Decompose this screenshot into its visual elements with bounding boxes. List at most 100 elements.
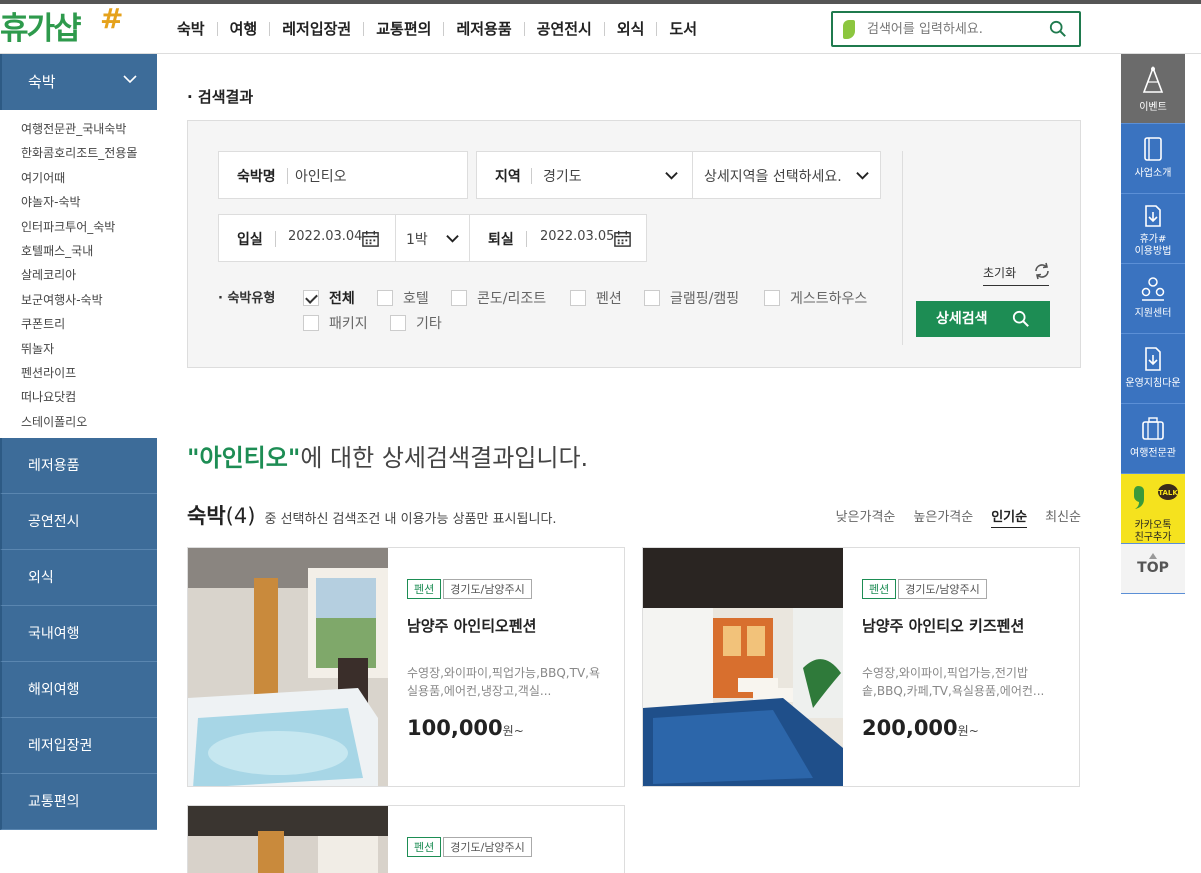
checkout-date-value: 2022.03.05 <box>540 229 615 244</box>
nav-item-leisure-ticket[interactable]: 레저입장권 <box>270 18 363 40</box>
region-select[interactable]: 지역 경기도 <box>476 151 693 199</box>
nights-select[interactable]: 1박 <box>395 214 470 262</box>
sidebar-sub-item[interactable]: 살레코리아 <box>21 263 157 287</box>
download-doc-icon <box>1145 347 1161 371</box>
checkin-label: 입실 <box>237 232 263 248</box>
sidebar-category-leisure-ticket[interactable]: 레저입장권 <box>0 718 157 775</box>
field-divider <box>275 231 276 247</box>
quick-guide[interactable]: 휴가# 이용방법 <box>1121 194 1185 264</box>
quick-event-label: 이벤트 <box>1139 102 1167 113</box>
lodging-name[interactable]: 남양주 아인티오펜션 <box>407 615 607 636</box>
result-card[interactable]: 펜션 경기도/남양주시 <box>187 805 625 873</box>
quick-kakao-add[interactable]: TALK 카카오톡 친구추가 <box>1121 474 1185 544</box>
lodging-name[interactable]: 남양주 아인티오 키즈펜션 <box>862 615 1062 636</box>
field-divider <box>526 231 527 247</box>
calendar-icon[interactable] <box>613 229 632 248</box>
type-checkbox-condo[interactable]: 콘도/리조트 <box>451 288 546 308</box>
quick-guide-label-2: 이용방법 <box>1134 246 1172 257</box>
detail-region-value: 상세지역을 선택하세요. <box>704 169 842 185</box>
logo[interactable]: 휴가샵 # <box>0 2 130 52</box>
sidebar-sub-item[interactable]: 호텔패스_국내 <box>21 239 157 263</box>
checkin-date-field[interactable]: 입실 2022.03.04 <box>218 214 396 262</box>
sidebar-sub-item[interactable]: 뛰놀자 <box>21 337 157 361</box>
calendar-icon[interactable] <box>361 229 380 248</box>
quick-about[interactable]: 사업소개 <box>1121 124 1185 194</box>
sidebar-category-transport[interactable]: 교통편의 <box>0 774 157 831</box>
sidebar-sub-item[interactable]: 보군여행사-숙박 <box>21 288 157 312</box>
result-card[interactable]: 펜션 경기도/남양주시 남양주 아인티오펜션 수영장,와이파이,픽업가능,BBQ,… <box>187 547 625 787</box>
result-card-image[interactable] <box>643 548 843 786</box>
room-photo <box>188 806 388 873</box>
sidebar-sub-item[interactable]: 여행전문관_국내숙박 <box>21 117 157 141</box>
quick-about-label: 사업소개 <box>1134 168 1172 179</box>
sidebar-category-label: 숙박 <box>28 73 56 91</box>
sort-popular[interactable]: 인기순 <box>991 506 1028 528</box>
sidebar-sub-item[interactable]: 펜션라이프 <box>21 361 157 385</box>
result-card-image[interactable] <box>188 806 388 873</box>
nav-item-dining[interactable]: 외식 <box>605 18 657 40</box>
chevron-down-icon <box>856 172 869 180</box>
sidebar-sub-item[interactable]: 야놀자-숙박 <box>21 190 157 214</box>
search-query: "아인티오" <box>187 444 301 472</box>
sidebar-sub-item[interactable]: 한화콤호리조트_전용몰 <box>21 141 157 165</box>
nav-item-performance[interactable]: 공연전시 <box>525 18 604 40</box>
sidebar-sub-item[interactable]: 쿠폰트리 <box>21 312 157 336</box>
search-icon[interactable] <box>1049 19 1067 39</box>
nav-item-travel[interactable]: 여행 <box>218 18 270 40</box>
logo-hash: # <box>100 2 124 35</box>
sidebar-category-leisure-goods[interactable]: 레저용품 <box>0 438 157 495</box>
type-checkbox-all[interactable]: 전체 <box>303 288 355 308</box>
type-badge: 펜션 <box>407 579 442 599</box>
type-checkbox-pension[interactable]: 펜션 <box>570 288 622 308</box>
result-card-info: 펜션 경기도/남양주시 <box>407 836 607 857</box>
type-badge: 펜션 <box>862 579 897 599</box>
sort-newest[interactable]: 최신순 <box>1045 506 1081 528</box>
nav-item-transport[interactable]: 교통편의 <box>364 18 443 40</box>
reset-label: 초기화 <box>983 266 1017 280</box>
type-checkbox-guesthouse[interactable]: 게스트하우스 <box>764 288 867 308</box>
nav-item-books[interactable]: 도서 <box>657 18 709 40</box>
type-checkbox-package[interactable]: 패키지 <box>303 313 368 333</box>
area-badge: 경기도/남양주시 <box>443 579 532 599</box>
scroll-top-button[interactable]: TOP <box>1121 544 1185 594</box>
chevron-down-icon <box>446 235 459 243</box>
sidebar-category-overseas-travel[interactable]: 해외여행 <box>0 662 157 719</box>
sort-high-price[interactable]: 높은가격순 <box>913 506 973 528</box>
sidebar-sub-item[interactable]: 스테이폴리오 <box>21 410 157 434</box>
result-card-image[interactable] <box>188 548 388 786</box>
quick-manual-download[interactable]: 운영지침다운 <box>1121 334 1185 404</box>
checkout-date-field[interactable]: 퇴실 2022.03.05 <box>469 214 647 262</box>
sidebar-category-domestic-travel[interactable]: 국내여행 <box>0 606 157 663</box>
quick-support[interactable]: 지원센터 <box>1121 264 1185 334</box>
sidebar-category-lodging[interactable]: 숙박 <box>0 54 157 110</box>
main-nav: 숙박 여행 레저입장권 교통편의 레저용품 공연전시 외식 도서 <box>165 18 709 40</box>
quick-travel-hall[interactable]: 여행전문관 <box>1121 404 1185 474</box>
result-card[interactable]: 펜션 경기도/남양주시 남양주 아인티오 키즈펜션 수영장,와이파이,픽업가능,전… <box>642 547 1080 787</box>
detail-region-select[interactable]: 상세지역을 선택하세요. <box>692 151 881 199</box>
area-badge: 경기도/남양주시 <box>898 579 987 599</box>
nav-item-lodging[interactable]: 숙박 <box>165 18 217 40</box>
search-input[interactable] <box>867 19 1037 39</box>
sort-options: 낮은가격순 높은가격순 인기순 최신순 <box>818 506 1081 528</box>
lodging-name-field[interactable]: 숙박명 아인티오 <box>218 151 468 199</box>
sidebar-sub-item[interactable]: 떠나요닷컴 <box>21 385 157 409</box>
sidebar-category-dining[interactable]: 외식 <box>0 550 157 607</box>
nav-item-leisure-goods[interactable]: 레저용품 <box>444 18 523 40</box>
reset-button[interactable]: 초기화 <box>983 262 1049 286</box>
logo-text: 휴가샵 <box>0 11 82 47</box>
type-checkbox-glamping[interactable]: 글램핑/캠핑 <box>644 288 739 308</box>
detail-search-label: 상세검색 <box>936 311 988 327</box>
field-divider <box>531 168 532 184</box>
nights-value: 1박 <box>406 232 428 248</box>
type-checkbox-etc[interactable]: 기타 <box>390 313 442 333</box>
sidebar-category-performance[interactable]: 공연전시 <box>0 494 157 551</box>
sidebar-sub-item[interactable]: 여기어때 <box>21 166 157 190</box>
detail-search-button[interactable]: 상세검색 <box>916 301 1050 337</box>
quick-kakao-label-1: 카카오톡 <box>1134 520 1172 531</box>
sidebar-sub-item[interactable]: 인터파크투어_숙박 <box>21 215 157 239</box>
result-card-info: 펜션 경기도/남양주시 남양주 아인티오 키즈펜션 수영장,와이파이,픽업가능,전… <box>862 578 1062 740</box>
quick-event[interactable]: 이벤트 <box>1121 54 1185 124</box>
checkin-date-value: 2022.03.04 <box>288 229 363 244</box>
sort-low-price[interactable]: 낮은가격순 <box>836 506 896 528</box>
type-checkbox-hotel[interactable]: 호텔 <box>377 288 429 308</box>
